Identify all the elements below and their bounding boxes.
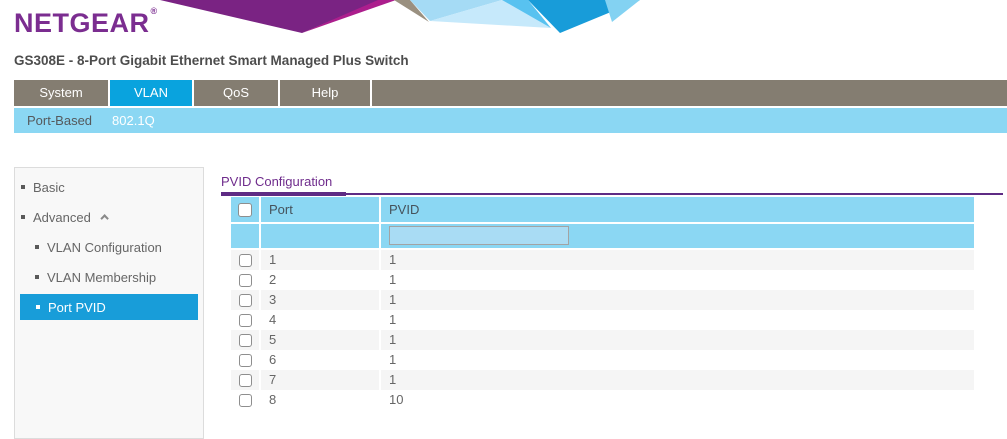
logo-text: NETGEAR [14,8,150,38]
tab-vlan[interactable]: VLAN [110,80,194,106]
row-checkbox[interactable] [239,334,252,347]
bullet-icon [36,305,40,309]
table-row: 2 1 [231,270,974,290]
subnav-item-8021q[interactable]: 802.1Q [102,108,165,133]
row-checkbox[interactable] [239,274,252,287]
bullet-icon [21,215,25,219]
row-checkbox[interactable] [239,314,252,327]
sidebar-item-vlan-configuration[interactable]: VLAN Configuration [19,232,198,262]
filter-pvid-cell [381,224,974,248]
sidebar-item-advanced[interactable]: Advanced [19,202,198,232]
subnav-item-port-based[interactable]: Port-Based [17,108,102,133]
registered-mark: ® [151,6,158,16]
chevron-up-icon [100,214,108,222]
port-cell: 8 [261,390,379,410]
pvid-cell: 1 [381,310,974,330]
port-cell: 3 [261,290,379,310]
sidebar-item-label: VLAN Membership [47,270,156,285]
sub-nav: Port-Based 802.1Q [14,108,1007,133]
filter-checkbox-cell [231,224,259,248]
header-checkbox-cell [231,197,259,222]
port-cell: 2 [261,270,379,290]
pvid-table: Port PVID 1 1 2 [231,197,974,410]
device-title: GS308E - 8-Port Gigabit Ethernet Smart M… [14,53,409,68]
sidebar-item-vlan-membership[interactable]: VLAN Membership [19,262,198,292]
sidebar-item-port-pvid[interactable]: Port PVID [20,294,198,320]
bullet-icon [21,185,25,189]
nav-filler [372,80,1007,106]
row-checkbox[interactable] [239,254,252,267]
pvid-cell: 1 [381,270,974,290]
header: NETGEAR® GS308E - 8-Port Gigabit Etherne… [0,0,1007,80]
table-row: 1 1 [231,250,974,270]
pvid-cell: 1 [381,350,974,370]
table-header-row: Port PVID [231,197,974,222]
row-checkbox[interactable] [239,394,252,407]
row-checkbox[interactable] [239,374,252,387]
page: NETGEAR® GS308E - 8-Port Gigabit Etherne… [0,0,1007,439]
filter-port-cell [261,224,379,248]
content: Basic Advanced VLAN Configuration VLAN M… [0,167,1007,439]
table-row: 3 1 [231,290,974,310]
table-row: 5 1 [231,330,974,350]
table-filter-row [231,224,974,248]
sidebar-item-label: Advanced [33,210,91,225]
main-content: PVID Configuration Port PVID [221,167,1007,439]
sidebar-item-label: Port PVID [48,300,106,315]
pvid-filter-input[interactable] [389,226,569,245]
port-cell: 1 [261,250,379,270]
pvid-cell: 1 [381,330,974,350]
pvid-cell: 1 [381,250,974,270]
sidebar-item-basic[interactable]: Basic [19,172,198,202]
top-nav: System VLAN QoS Help [14,80,1007,106]
port-cell: 7 [261,370,379,390]
table-row: 6 1 [231,350,974,370]
table-row: 4 1 [231,310,974,330]
port-cell: 4 [261,310,379,330]
table-row: 7 1 [231,370,974,390]
pvid-cell: 10 [381,390,974,410]
bullet-icon [35,245,39,249]
sidebar-item-label: Basic [33,180,65,195]
select-all-checkbox[interactable] [238,203,252,217]
table-row: 8 10 [231,390,974,410]
sidebar: Basic Advanced VLAN Configuration VLAN M… [14,167,204,439]
netgear-logo: NETGEAR® [14,6,158,39]
tab-qos[interactable]: QoS [194,80,280,106]
section-title: PVID Configuration [221,167,1003,195]
tab-system[interactable]: System [14,80,110,106]
row-checkbox[interactable] [239,354,252,367]
port-cell: 5 [261,330,379,350]
pvid-cell: 1 [381,290,974,310]
port-cell: 6 [261,350,379,370]
row-checkbox[interactable] [239,294,252,307]
pvid-cell: 1 [381,370,974,390]
decorative-banner [150,0,640,33]
tab-help[interactable]: Help [280,80,372,106]
bullet-icon [35,275,39,279]
sidebar-item-label: VLAN Configuration [47,240,162,255]
column-header-pvid: PVID [381,197,974,222]
column-header-port: Port [261,197,379,222]
section-title-text: PVID Configuration [221,174,346,196]
